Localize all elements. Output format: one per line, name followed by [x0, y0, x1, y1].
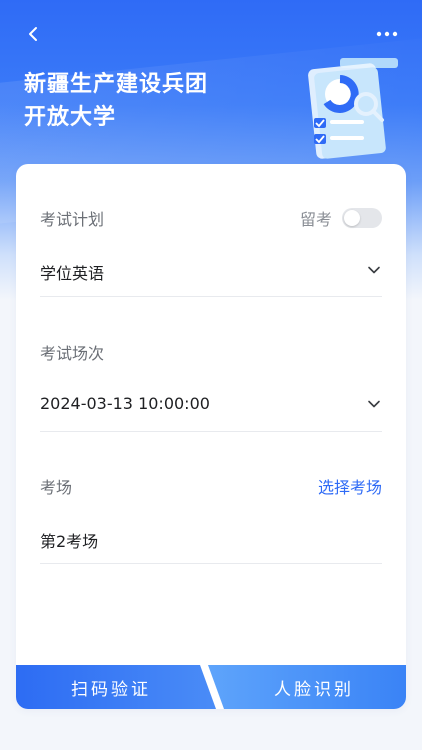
divider — [40, 296, 382, 297]
chevron-down-icon — [368, 400, 380, 408]
action-bar: 扫码验证 人脸识别 — [16, 665, 406, 709]
more-button[interactable] — [372, 22, 402, 46]
divider — [40, 431, 382, 432]
divider — [40, 563, 382, 564]
scan-verify-label: 扫码验证 — [71, 679, 151, 700]
face-recognition-label: 人脸识别 — [274, 679, 354, 700]
exam-session-value: 2024-03-13 10:00:00 — [40, 394, 210, 413]
retake-label: 留考 — [299, 210, 332, 229]
select-venue-link[interactable]: 选择考场 — [318, 474, 382, 498]
exam-venue-label: 考场 — [40, 478, 73, 497]
title-line-1: 新疆生产建设兵团 — [24, 72, 209, 97]
exam-session-select[interactable]: 2024-03-13 10:00:00 — [16, 382, 406, 426]
retake-toggle[interactable] — [342, 208, 382, 228]
chevron-left-icon — [29, 27, 37, 41]
toggle-knob — [344, 210, 360, 226]
exam-plan-label: 考试计划 — [40, 210, 105, 229]
exam-plan-select[interactable]: 学位英语 — [16, 248, 406, 292]
more-dots-icon — [376, 31, 398, 37]
exam-document-illustration — [308, 58, 398, 159]
exam-venue-value: 第2考场 — [40, 532, 99, 551]
retake-toggle-group: 留考 — [300, 206, 382, 230]
title-line-2: 开放大学 — [24, 105, 117, 130]
exam-session-label: 考试场次 — [40, 344, 105, 363]
scan-verify-button[interactable]: 扫码验证 — [16, 665, 216, 709]
chevron-down-icon — [368, 266, 380, 274]
face-recognition-button[interactable]: 人脸识别 — [208, 665, 406, 709]
exam-plan-value: 学位英语 — [40, 264, 105, 283]
back-button[interactable] — [22, 22, 46, 46]
exam-form-card: 考试计划 留考 学位英语 考试场次 2024-03-13 10:00:00 考场… — [16, 164, 406, 709]
page-title: 新疆生产建设兵团 开放大学 — [24, 68, 208, 134]
